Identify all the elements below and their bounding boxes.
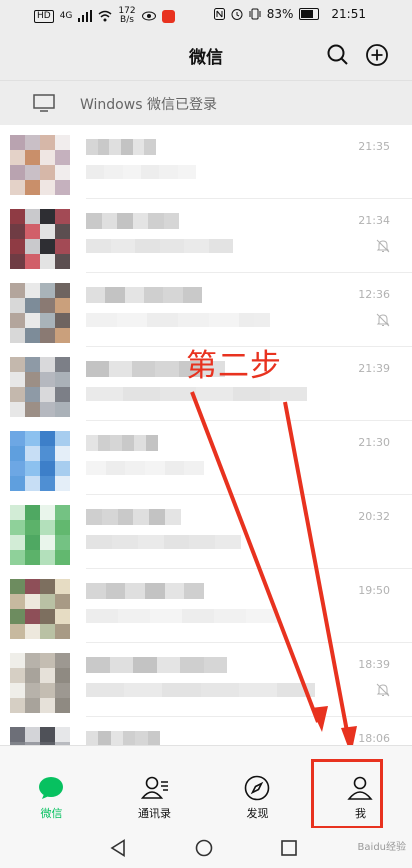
battery-percent: 83% bbox=[266, 7, 294, 21]
chat-row[interactable]: 19:50 bbox=[0, 569, 412, 643]
chat-row[interactable]: 18:06 bbox=[0, 717, 412, 745]
chat-preview-pixelated bbox=[86, 461, 204, 475]
home-circle-icon[interactable] bbox=[195, 839, 213, 857]
avatar bbox=[10, 431, 70, 491]
chat-preview-pixelated bbox=[86, 609, 278, 623]
chat-row[interactable]: 12:36 bbox=[0, 273, 412, 347]
chat-time: 12:36 bbox=[358, 288, 390, 301]
back-triangle-icon[interactable] bbox=[110, 839, 126, 857]
chat-name-pixelated bbox=[86, 213, 179, 229]
chat-bubble-icon bbox=[39, 777, 63, 799]
chat-list: 21:35 21:34 12:36 21:39 21:30 20:32 19:50 18:39… bbox=[0, 125, 412, 745]
clock: 21:51 bbox=[331, 7, 366, 21]
avatar bbox=[10, 727, 70, 745]
chat-row[interactable]: 18:39 bbox=[0, 643, 412, 717]
nfc-icon bbox=[213, 8, 225, 20]
page-title: 微信 bbox=[189, 48, 223, 68]
chat-time: 19:50 bbox=[358, 584, 390, 597]
chat-name-pixelated bbox=[86, 583, 204, 599]
monitor-icon bbox=[33, 94, 55, 112]
chat-name-pixelated bbox=[86, 731, 160, 745]
chat-time: 21:39 bbox=[358, 362, 390, 375]
chat-time: 21:30 bbox=[358, 436, 390, 449]
compass-icon bbox=[244, 775, 270, 801]
chat-row[interactable]: 21:35 bbox=[0, 125, 412, 199]
top-header: 微信 bbox=[0, 30, 412, 80]
chat-time: 18:39 bbox=[358, 658, 390, 671]
tab-chats[interactable]: 微信 bbox=[0, 746, 103, 829]
chat-time: 21:35 bbox=[358, 140, 390, 153]
mute-bell-icon bbox=[376, 313, 390, 327]
system-nav-bar: Baidu经验 bbox=[0, 828, 412, 868]
chat-row[interactable]: 21:34 bbox=[0, 199, 412, 273]
avatar bbox=[10, 653, 70, 713]
avatar bbox=[10, 579, 70, 639]
wifi-icon bbox=[98, 10, 112, 22]
battery-icon bbox=[299, 8, 320, 20]
chat-name-pixelated bbox=[86, 435, 158, 451]
mute-bell-icon bbox=[376, 683, 390, 697]
tab-discover[interactable]: 发现 bbox=[206, 746, 309, 829]
avatar bbox=[10, 505, 70, 565]
mute-bell-icon bbox=[376, 239, 390, 253]
chat-preview-pixelated bbox=[86, 165, 196, 179]
chat-preview-pixelated bbox=[86, 683, 315, 697]
annotation-label: 第二步 bbox=[186, 348, 282, 384]
hd-indicator: HD bbox=[34, 9, 54, 23]
annotation-highlight-box bbox=[311, 759, 383, 829]
chat-name-pixelated bbox=[86, 139, 156, 155]
app-notification-icon bbox=[161, 9, 175, 23]
chat-row[interactable]: 20:32 bbox=[0, 495, 412, 569]
pc-login-text: Windows 微信已登录 bbox=[80, 97, 217, 113]
alarm-icon bbox=[231, 9, 243, 20]
chat-preview-pixelated bbox=[86, 239, 233, 253]
chat-row[interactable]: 21:30 bbox=[0, 421, 412, 495]
chat-preview-pixelated bbox=[86, 535, 241, 549]
vibrate-icon bbox=[249, 8, 261, 20]
chat-time: 21:34 bbox=[358, 214, 390, 227]
contacts-icon bbox=[141, 776, 168, 799]
tab-contacts[interactable]: 通讯录 bbox=[103, 746, 206, 829]
chat-name-pixelated bbox=[86, 509, 181, 525]
chat-name-pixelated bbox=[86, 287, 202, 303]
network-speed: 172 B/s bbox=[118, 6, 136, 25]
eye-icon bbox=[141, 11, 156, 21]
search-icon[interactable] bbox=[326, 43, 350, 67]
pc-login-banner[interactable]: Windows 微信已登录 bbox=[0, 80, 412, 125]
chat-time: 18:06 bbox=[358, 732, 390, 745]
chat-time: 20:32 bbox=[358, 510, 390, 523]
chat-preview-pixelated bbox=[86, 387, 307, 401]
chat-preview-pixelated bbox=[86, 313, 270, 327]
avatar bbox=[10, 357, 70, 417]
avatar bbox=[10, 135, 70, 195]
avatar bbox=[10, 209, 70, 269]
recents-square-icon[interactable] bbox=[281, 840, 297, 856]
avatar bbox=[10, 283, 70, 343]
signal-icon bbox=[78, 10, 93, 22]
watermark: Baidu经验 bbox=[357, 842, 406, 853]
status-bar: HD 4G 172 B/s 83% 21:51 bbox=[0, 0, 412, 30]
chat-name-pixelated bbox=[86, 657, 227, 673]
plus-circle-icon[interactable] bbox=[365, 43, 389, 67]
signal-4g-label: 4G bbox=[59, 11, 73, 21]
